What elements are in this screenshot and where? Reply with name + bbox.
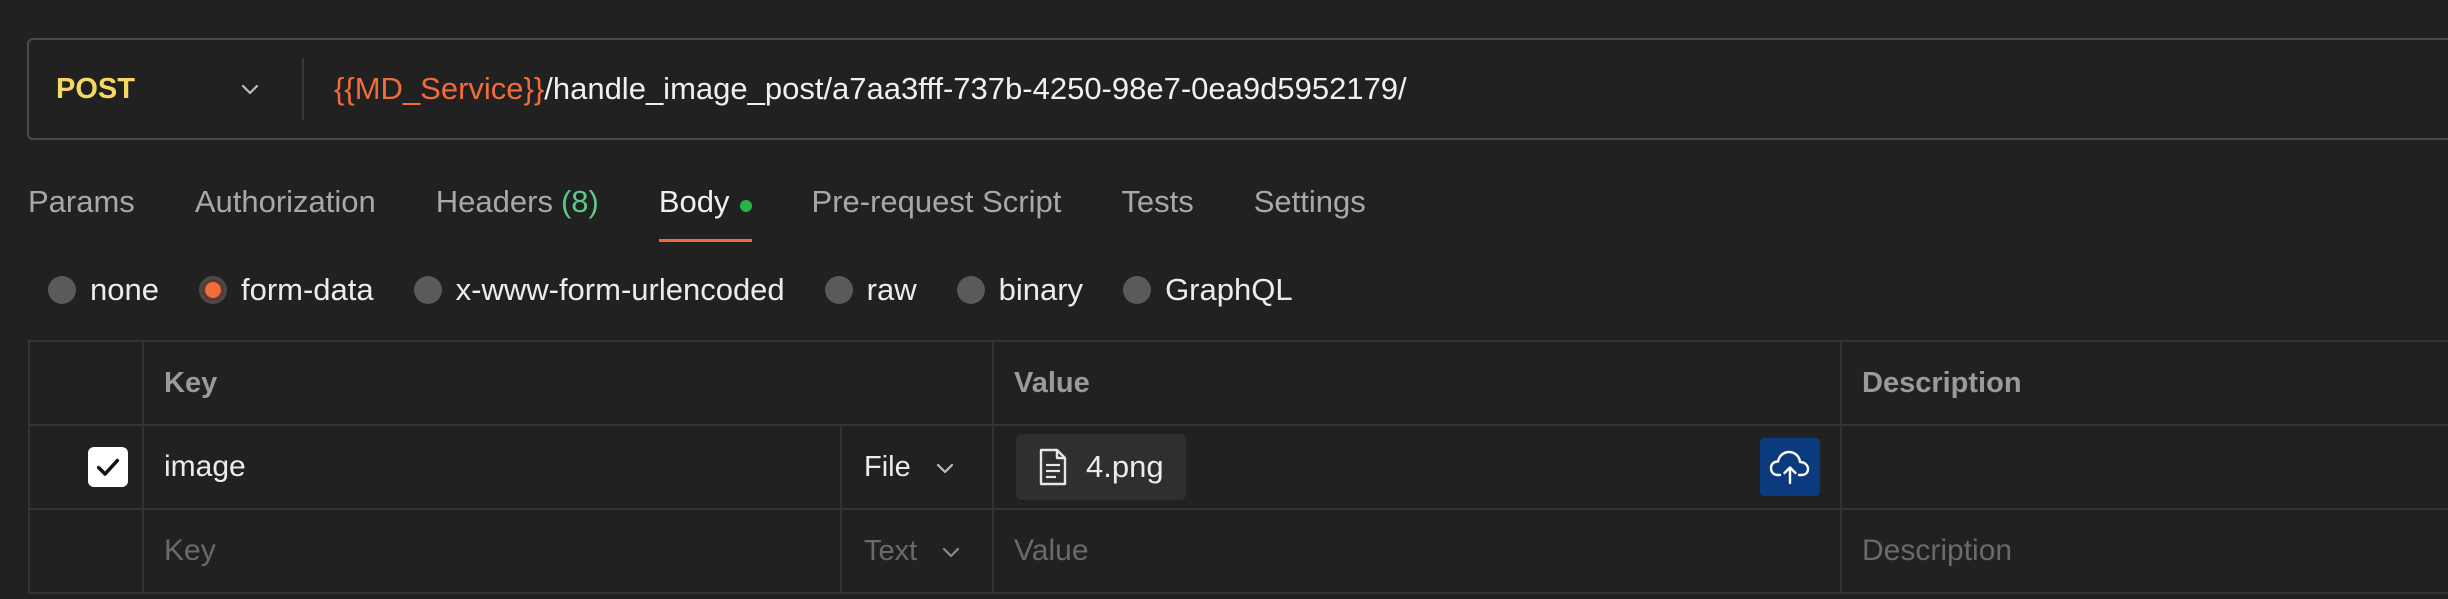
file-chip[interactable]: 4.png [1016,434,1186,500]
tab-label: Pre-request Script [811,184,1062,219]
url-path: /handle_image_post/a7aa3fff-737b-4250-98… [544,71,1407,106]
type-selector[interactable]: File [842,426,994,508]
radio-x-www-form-urlencoded[interactable]: x-www-form-urlencoded [413,272,785,308]
header-value: Value [994,342,1842,424]
radio-button[interactable] [1123,276,1152,304]
chevron-down-icon [238,77,262,101]
value-input-empty[interactable]: Value [994,510,1842,592]
column-header: Value [1014,366,1090,399]
radio-label: x-www-form-urlencoded [455,272,785,307]
tab-authorization[interactable]: Authorization [195,178,376,242]
radio-button[interactable] [824,276,853,304]
tab-headers[interactable]: Headers (8) [436,178,599,242]
row-enabled-checkbox[interactable] [88,447,128,487]
radio-binary[interactable]: binary [956,272,1084,308]
header-key: Key [144,342,994,424]
type-label: File [864,450,911,483]
tab-settings[interactable]: Settings [1254,178,1366,242]
key-value: image [164,450,246,483]
description-input[interactable] [1842,426,2448,508]
column-header: Description [1862,366,2022,399]
radio-label: form-data [240,272,374,307]
tab-pre-request-script[interactable]: Pre-request Script [812,178,1062,242]
url-bar: POST {{MD_Service}}/handle_image_post/a7… [27,38,2448,140]
file-name: 4.png [1086,449,1164,484]
form-data-table: Key Value Description image File 4.png K… [28,340,2448,594]
radio-graphql[interactable]: GraphQL [1123,272,1293,308]
cloud-upload-icon [1769,450,1810,485]
radio-button[interactable] [956,276,985,304]
radio-label: GraphQL [1165,272,1293,307]
row-checkbox-cell [30,426,144,508]
body-indicator-dot [739,200,752,212]
tab-label: Params [28,184,135,219]
table-row: image File 4.png [30,426,2448,510]
value-cell: 4.png [994,426,1842,508]
type-label: Text [864,534,918,567]
method-selector[interactable]: POST [29,58,304,120]
body-type-selector: none form-data x-www-form-urlencoded raw… [48,270,1333,310]
type-selector-empty[interactable]: Text [842,510,994,592]
tab-label: Settings [1253,184,1366,219]
request-tabs: Params Authorization Headers (8) Body Pre… [28,178,1426,242]
type-dropdown[interactable]: Text [842,535,963,568]
table-header-row: Key Value Description [30,342,2448,426]
radio-button-selected[interactable] [198,276,227,304]
tab-label: Headers [435,184,553,219]
description-input-empty[interactable]: Description [1842,510,2448,592]
row-checkbox-cell [30,510,144,592]
key-placeholder: Key [164,534,216,567]
headers-count: (8) [560,184,599,219]
url-input[interactable]: {{MD_Service}}/handle_image_post/a7aa3ff… [304,71,1407,107]
radio-button[interactable] [413,276,442,304]
header-description: Description [1842,342,2448,424]
value-placeholder: Value [1014,534,1089,567]
radio-label: binary [998,272,1084,307]
description-placeholder: Description [1862,534,2013,567]
tab-params[interactable]: Params [28,178,135,242]
radio-button[interactable] [48,276,76,304]
check-icon [96,458,120,476]
method-label: POST [56,72,135,105]
radio-raw[interactable]: raw [824,272,917,308]
url-variable: {{MD_Service}} [334,71,545,106]
tab-tests[interactable]: Tests [1121,178,1193,242]
radio-form-data[interactable]: form-data [198,272,374,308]
column-header: Key [164,366,218,399]
header-checkbox-cell [30,342,144,424]
key-input-empty[interactable]: Key [144,510,842,592]
radio-label: none [90,272,159,307]
chevron-down-icon [933,455,957,479]
tab-label: Body [658,184,730,219]
radio-none[interactable]: none [48,272,159,308]
file-document-icon [1039,448,1067,486]
radio-label: raw [866,272,917,307]
chevron-down-icon [939,539,963,563]
tab-label: Authorization [194,184,376,219]
upload-file-button[interactable] [1760,438,1820,496]
request-editor: POST {{MD_Service}}/handle_image_post/a7… [0,0,2448,599]
table-row-placeholder: Key Text Value Description [30,510,2448,594]
type-dropdown[interactable]: File [842,451,957,484]
key-input[interactable]: image [144,426,842,508]
tab-label: Tests [1121,184,1194,219]
tab-body[interactable]: Body [658,178,752,242]
